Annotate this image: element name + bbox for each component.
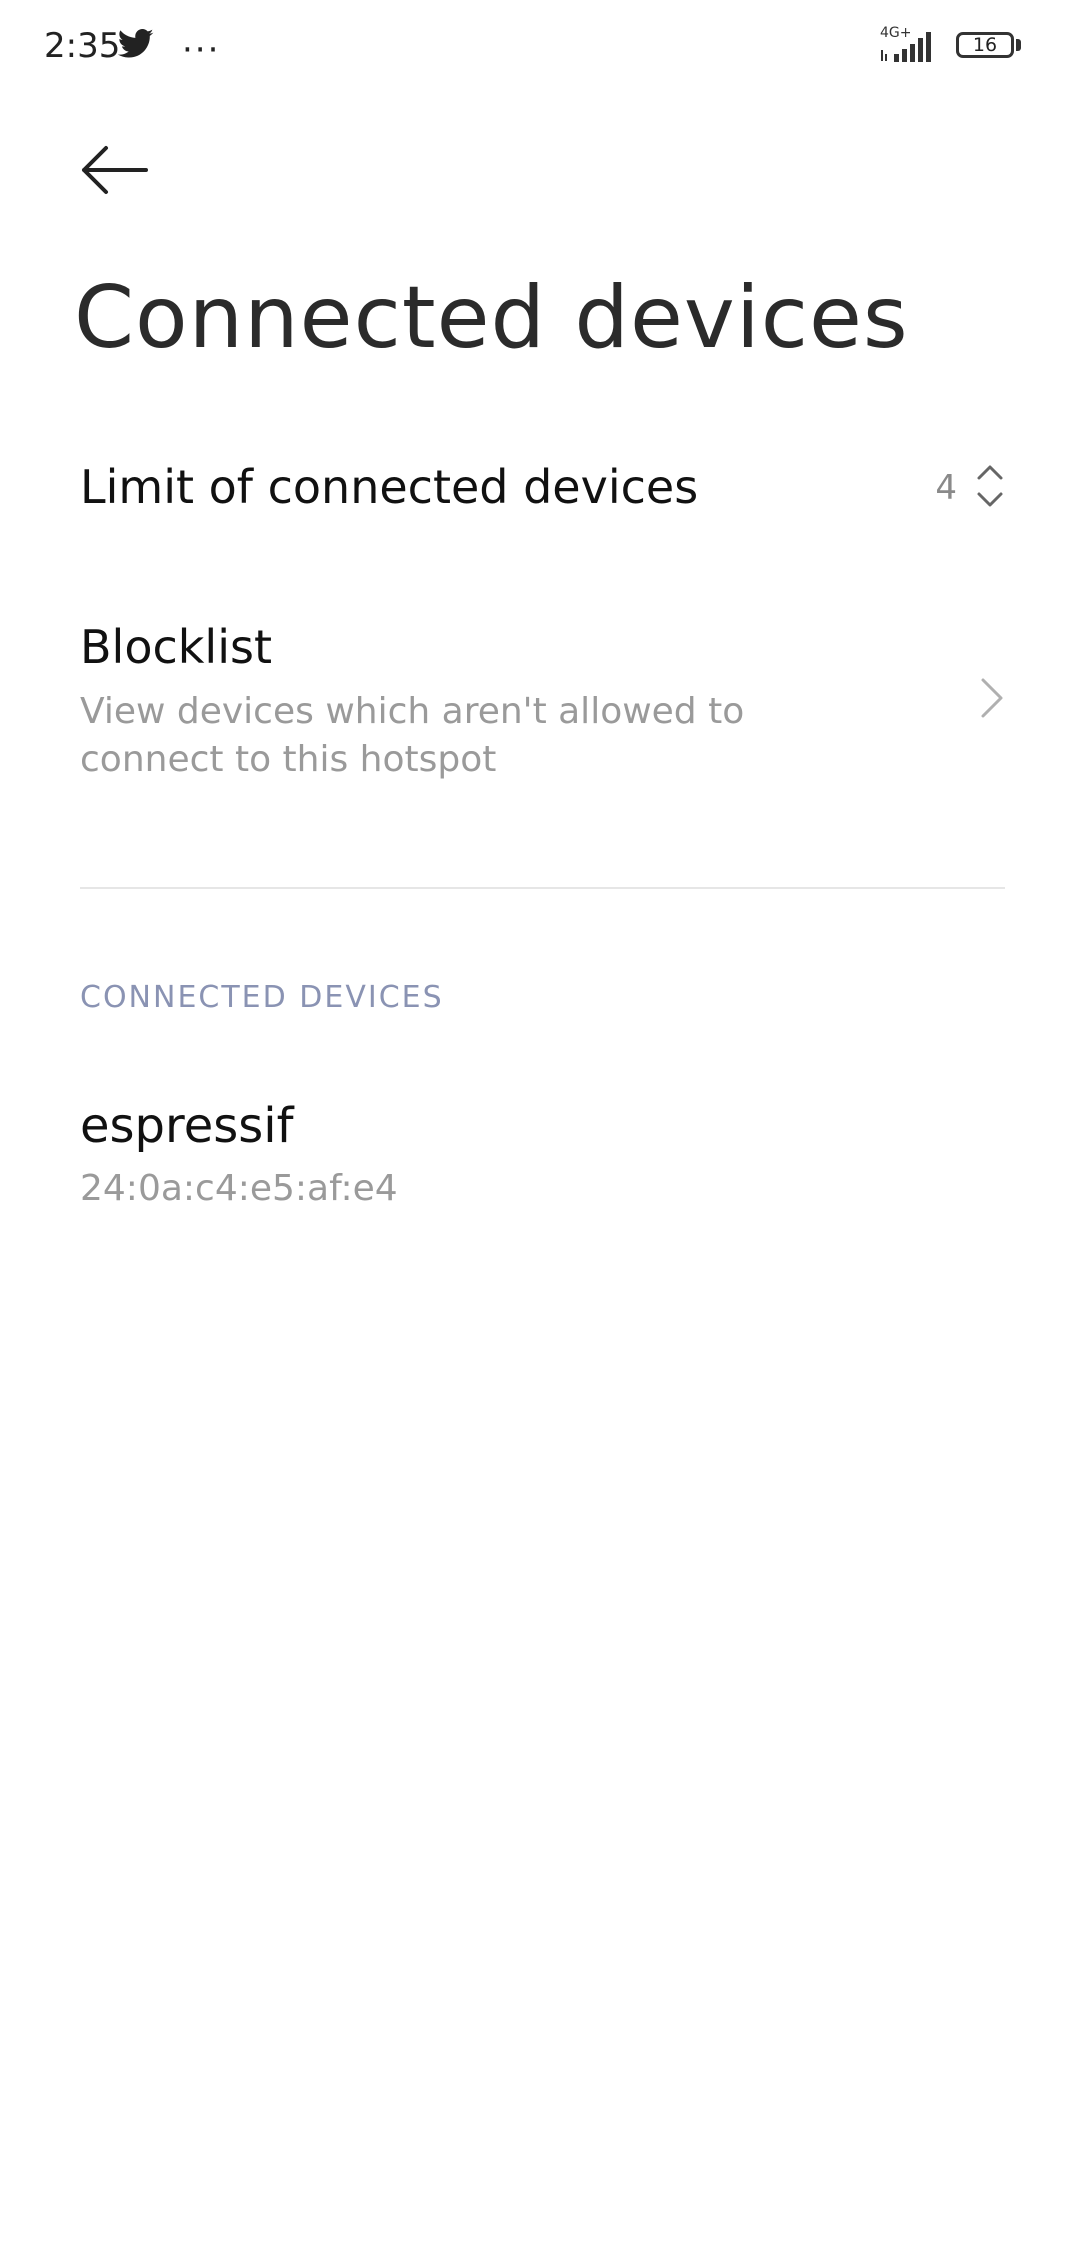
battery-cap bbox=[1016, 39, 1021, 51]
page-title: Connected devices bbox=[74, 268, 909, 368]
twitter-icon bbox=[118, 29, 154, 58]
limit-connected-devices-row[interactable]: Limit of connected devices 4 bbox=[80, 450, 1005, 530]
battery-level: 16 bbox=[972, 34, 998, 56]
limit-label: Limit of connected devices bbox=[80, 460, 699, 514]
device-mac-address: 24:0a:c4:e5:af:e4 bbox=[80, 1168, 398, 1209]
more-notifications-icon: ··· bbox=[182, 30, 221, 70]
blocklist-row[interactable]: Blocklist View devices which aren't allo… bbox=[80, 612, 1005, 792]
up-down-chevron-icon[interactable] bbox=[975, 462, 1005, 510]
limit-value: 4 bbox=[935, 468, 957, 508]
blocklist-description: View devices which aren't allowed to con… bbox=[80, 691, 745, 780]
status-bar: 2:35 ··· 4G+ 16 bbox=[0, 0, 1080, 96]
blocklist-title: Blocklist bbox=[80, 620, 272, 674]
list-item-device[interactable]: espressif 24:0a:c4:e5:af:e4 bbox=[80, 1090, 1005, 1220]
back-arrow-icon[interactable] bbox=[70, 128, 160, 208]
connected-devices-screen: 2:35 ··· 4G+ 16 Connected devices Limit … bbox=[0, 0, 1080, 2246]
device-name: espressif bbox=[80, 1098, 294, 1154]
divider bbox=[80, 887, 1005, 889]
cellular-signal-icon bbox=[881, 32, 931, 62]
chevron-right-icon bbox=[981, 678, 1003, 718]
section-header-connected-devices: CONNECTED DEVICES bbox=[80, 980, 444, 1015]
status-time: 2:35 bbox=[44, 26, 121, 66]
